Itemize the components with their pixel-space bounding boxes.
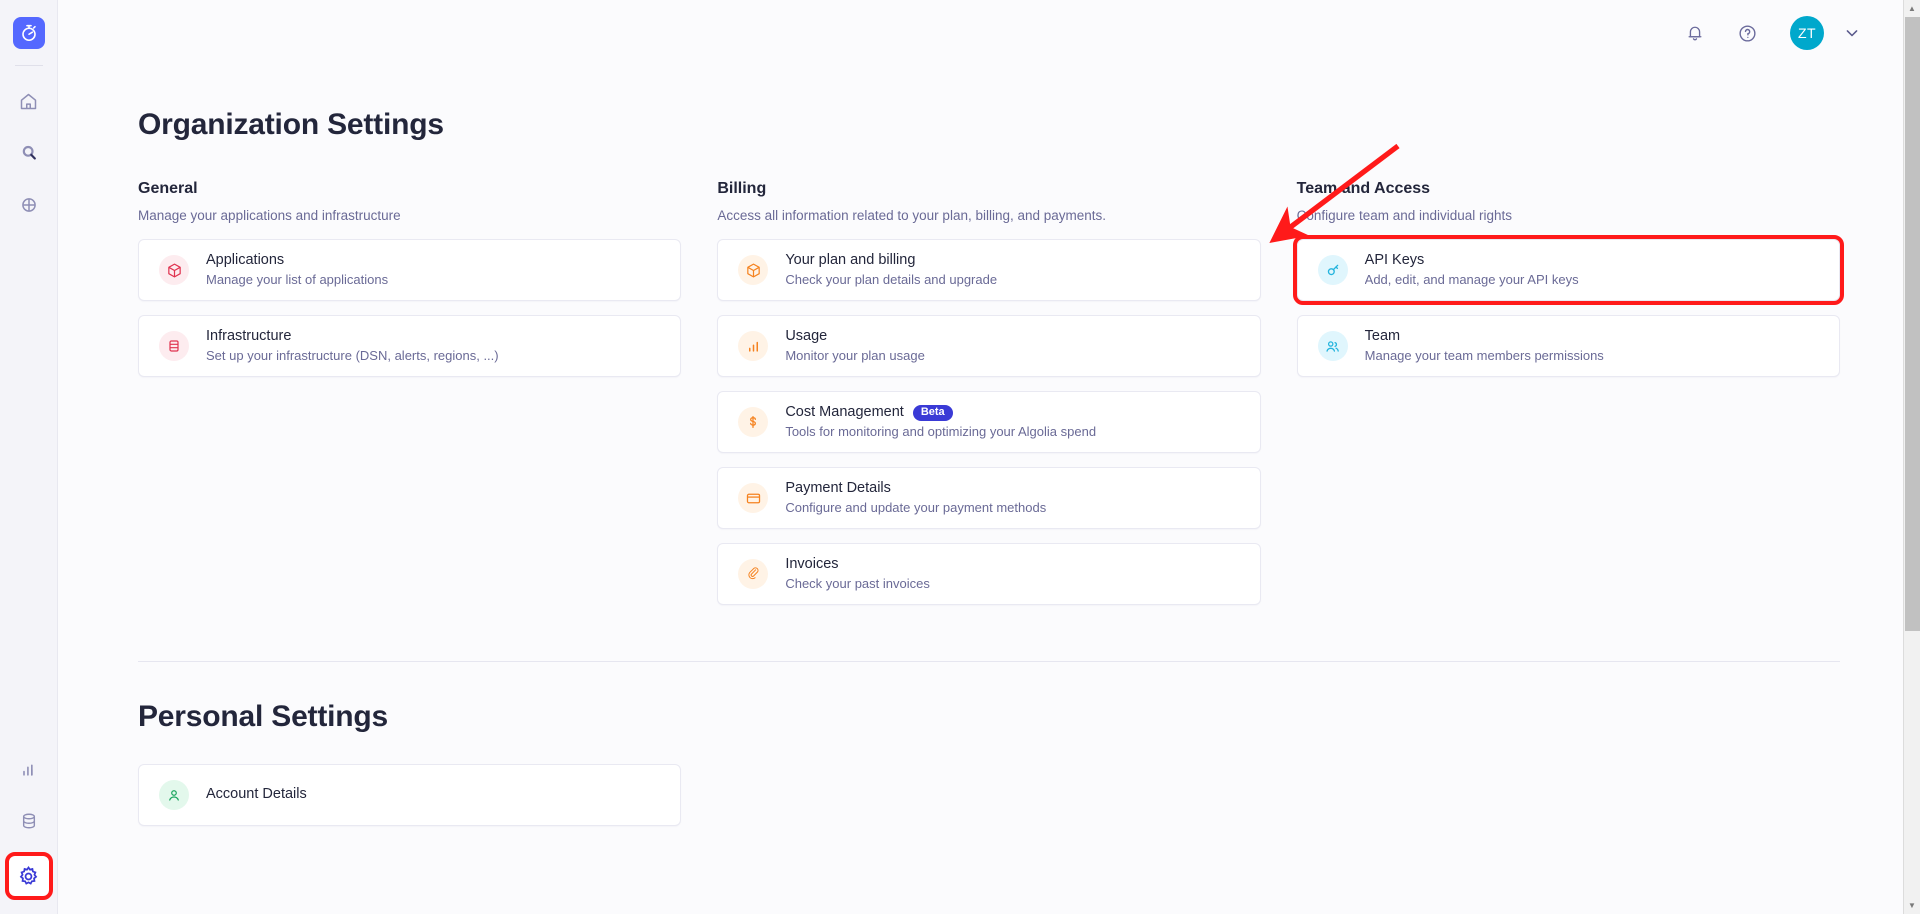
scroll-up-arrow[interactable]: ▲ bbox=[1904, 0, 1920, 17]
user-circle-icon bbox=[159, 780, 189, 810]
card-text: API Keys Add, edit, and manage your API … bbox=[1365, 251, 1579, 288]
card-description: Monitor your plan usage bbox=[785, 348, 925, 363]
card-title: Infrastructure bbox=[206, 327, 499, 347]
card-title: API Keys bbox=[1365, 251, 1579, 271]
card-description: Tools for monitoring and optimizing your… bbox=[785, 424, 1097, 439]
page-title: Organization Settings bbox=[138, 108, 444, 141]
column-billing: Billing Access all information related t… bbox=[717, 180, 1261, 619]
card-description: Configure and update your payment method… bbox=[785, 500, 1047, 515]
personal-settings-columns: Account Details bbox=[138, 764, 1840, 840]
card-description: Check your past invoices bbox=[785, 576, 930, 591]
search-icon[interactable] bbox=[12, 136, 46, 170]
card-title: Team bbox=[1365, 327, 1604, 347]
card-title-text: Team bbox=[1364, 328, 1401, 345]
card-title-text: Payment Details bbox=[785, 480, 891, 497]
card-infrastructure[interactable]: Infrastructure Set up your infrastructur… bbox=[138, 315, 682, 377]
card-title: Invoices bbox=[785, 555, 930, 575]
top-bar: ZT bbox=[58, 0, 1920, 66]
chevron-down-icon[interactable] bbox=[1842, 23, 1862, 43]
card-payment-details[interactable]: Payment Details Configure and update you… bbox=[717, 467, 1261, 529]
content-area: ZT Organization Settings General Manage … bbox=[58, 0, 1920, 914]
column-subtitle: Configure team and individual rights bbox=[1296, 208, 1513, 223]
card-text: Applications Manage your list of applica… bbox=[206, 251, 388, 288]
card-title: Usage bbox=[785, 327, 924, 347]
avatar[interactable]: ZT bbox=[1790, 16, 1824, 50]
card-text: Cost Management Beta Tools for monitorin… bbox=[785, 403, 1096, 440]
database-icon[interactable] bbox=[12, 804, 46, 838]
package-box-icon bbox=[159, 255, 189, 285]
card-text: Usage Monitor your plan usage bbox=[785, 327, 924, 364]
card-description: Check your plan details and upgrade bbox=[785, 272, 998, 287]
notifications-bell-icon[interactable] bbox=[1682, 20, 1708, 46]
rail-bottom-items bbox=[0, 752, 57, 900]
package-box-icon bbox=[738, 255, 769, 285]
left-nav-rail bbox=[0, 0, 58, 914]
card-usage[interactable]: Usage Monitor your plan usage bbox=[717, 315, 1261, 377]
globe-icon[interactable] bbox=[12, 188, 46, 222]
column-title: Team and Access bbox=[1296, 180, 1431, 197]
card-applications[interactable]: Applications Manage your list of applica… bbox=[138, 239, 682, 301]
credit-card-icon bbox=[738, 483, 769, 513]
column-subtitle: Access all information related to your p… bbox=[717, 208, 1107, 223]
settings-columns: General Manage your applications and inf… bbox=[138, 180, 1844, 619]
column-subtitle: Manage your applications and infrastruct… bbox=[138, 208, 401, 223]
card-title-text: Your plan and billing bbox=[785, 252, 916, 269]
database-icon bbox=[159, 331, 189, 361]
card-text: Invoices Check your past invoices bbox=[785, 555, 930, 592]
key-icon bbox=[1317, 255, 1348, 285]
paperclip-icon bbox=[738, 559, 769, 589]
card-team[interactable]: Team Manage your team members permission… bbox=[1296, 315, 1840, 377]
section-divider bbox=[138, 661, 1840, 662]
card-title-text: Account Details bbox=[206, 786, 307, 803]
rail-primary-items bbox=[12, 66, 46, 222]
vertical-scrollbar[interactable]: ▲ ▼ bbox=[1903, 0, 1920, 914]
card-description: Manage your team members permissions bbox=[1364, 348, 1604, 363]
card-description: Manage your list of applications bbox=[206, 272, 389, 287]
algolia-stopwatch-logo[interactable] bbox=[12, 17, 45, 49]
card-text: Infrastructure Set up your infrastructur… bbox=[206, 327, 499, 364]
card-api-keys[interactable]: API Keys Add, edit, and manage your API … bbox=[1292, 235, 1844, 305]
column-title: Billing bbox=[717, 180, 767, 197]
scroll-down-arrow[interactable]: ▼ bbox=[1904, 897, 1920, 914]
card-text: Account Details bbox=[206, 785, 307, 805]
card-your-plan-and-billing[interactable]: Your plan and billing Check your plan de… bbox=[717, 239, 1261, 301]
card-text: Payment Details Configure and update you… bbox=[785, 479, 1046, 516]
dollar-sign-icon bbox=[738, 407, 769, 437]
card-text: Your plan and billing Check your plan de… bbox=[785, 251, 997, 288]
help-question-icon[interactable] bbox=[1734, 20, 1760, 46]
card-title: Your plan and billing bbox=[785, 251, 997, 271]
card-title: Applications bbox=[206, 251, 388, 271]
card-title: Account Details bbox=[206, 785, 307, 805]
card-title-text: Applications bbox=[206, 252, 285, 269]
card-title-text: Usage bbox=[785, 328, 828, 345]
card-title-text: Infrastructure bbox=[206, 328, 292, 345]
column-personal-general: Account Details bbox=[138, 764, 682, 840]
card-text: Team Manage your team members permission… bbox=[1365, 327, 1604, 364]
card-invoices[interactable]: Invoices Check your past invoices bbox=[717, 543, 1261, 605]
card-title-text: Cost Management bbox=[785, 404, 904, 421]
avatar-initials: ZT bbox=[1797, 25, 1817, 41]
card-cost-management[interactable]: Cost Management Beta Tools for monitorin… bbox=[717, 391, 1261, 453]
card-title-text: Invoices bbox=[785, 556, 839, 573]
card-description: Set up your infrastructure (DSN, alerts,… bbox=[206, 348, 499, 363]
column-title: General bbox=[138, 180, 198, 197]
bar-chart-icon bbox=[738, 331, 769, 361]
analytics-icon[interactable] bbox=[12, 752, 46, 786]
column-general: General Manage your applications and inf… bbox=[138, 180, 682, 391]
scrollbar-thumb[interactable] bbox=[1905, 17, 1920, 631]
column-team-and-access: Team and Access Configure team and indiv… bbox=[1292, 180, 1844, 391]
personal-settings-title: Personal Settings bbox=[138, 700, 389, 733]
status-badge: Beta bbox=[912, 405, 953, 422]
main-panel: Organization Settings General Manage you… bbox=[58, 108, 1920, 840]
card-title-text: API Keys bbox=[1364, 252, 1425, 269]
card-title: Payment Details bbox=[785, 479, 1046, 499]
card-account-details[interactable]: Account Details bbox=[138, 764, 682, 826]
card-title: Cost Management Beta bbox=[785, 403, 1096, 423]
card-description: Add, edit, and manage your API keys bbox=[1364, 272, 1579, 287]
app-root: ZT Organization Settings General Manage … bbox=[0, 0, 1920, 914]
settings-gear-icon[interactable] bbox=[4, 852, 53, 900]
home-icon[interactable] bbox=[12, 84, 46, 118]
users-icon bbox=[1317, 331, 1348, 361]
